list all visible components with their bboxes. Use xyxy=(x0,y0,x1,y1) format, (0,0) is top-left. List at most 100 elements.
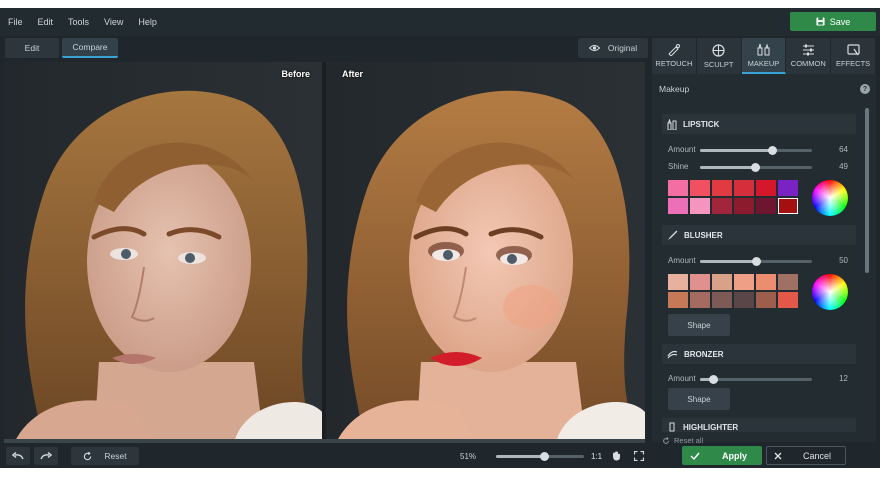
lipstick-amount-label: Amount xyxy=(668,145,696,154)
blusher-amount-slider[interactable]: Amount 50 xyxy=(668,255,848,267)
color-swatch[interactable] xyxy=(778,180,798,196)
menu-tools[interactable]: Tools xyxy=(60,17,96,27)
menu-view[interactable]: View xyxy=(96,17,130,27)
color-swatch[interactable] xyxy=(756,292,776,308)
retouch-icon xyxy=(668,44,680,56)
makeup-icon xyxy=(757,42,770,55)
color-swatch[interactable] xyxy=(712,198,732,214)
bronzer-amount-track[interactable] xyxy=(700,375,812,384)
lipstick-shine-track[interactable] xyxy=(700,163,812,172)
color-swatch[interactable] xyxy=(668,274,688,290)
tab-makeup[interactable]: MAKEUP xyxy=(741,38,787,74)
color-swatch[interactable] xyxy=(712,292,732,308)
lipstick-shine-label: Shine xyxy=(668,162,689,171)
effects-icon xyxy=(846,44,860,56)
hand-icon[interactable] xyxy=(612,451,621,461)
tab-effects[interactable]: EFFECTS xyxy=(831,38,876,74)
fit-screen-icon[interactable] xyxy=(634,451,644,461)
view-toolbar: Edit Compare Original xyxy=(4,38,650,60)
undo-button[interactable] xyxy=(6,447,30,465)
apply-button[interactable]: Apply xyxy=(682,446,762,465)
color-swatch[interactable] xyxy=(734,198,754,214)
tab-sculpt-label: SCULPT xyxy=(703,59,734,69)
blusher-color-swatches xyxy=(668,274,798,308)
lipstick-amount-value: 64 xyxy=(839,145,848,154)
canvas-horizontal-scrollbar[interactable] xyxy=(4,439,645,443)
bronzer-amount-slider[interactable]: Amount 12 xyxy=(668,373,848,385)
color-swatch[interactable] xyxy=(778,274,798,290)
lipstick-amount-track[interactable] xyxy=(700,146,812,155)
redo-button[interactable] xyxy=(34,447,58,465)
color-swatch[interactable] xyxy=(668,198,688,214)
blusher-amount-knob[interactable] xyxy=(752,257,761,266)
sculpt-icon xyxy=(712,43,725,57)
compare-view-button[interactable]: Compare xyxy=(62,38,118,58)
color-swatch[interactable] xyxy=(756,274,776,290)
color-swatch[interactable] xyxy=(668,292,688,308)
blusher-amount-track[interactable] xyxy=(700,257,812,266)
color-swatch[interactable] xyxy=(734,180,754,196)
lipstick-shine-value: 49 xyxy=(839,162,848,171)
highlighter-section-header[interactable]: HIGHLIGHTER xyxy=(662,418,856,432)
color-swatch[interactable] xyxy=(668,180,688,196)
blusher-section-header[interactable]: BLUSHER xyxy=(662,225,856,245)
color-swatch[interactable] xyxy=(690,198,710,214)
before-label: Before xyxy=(281,69,310,79)
lipstick-shine-knob[interactable] xyxy=(750,163,760,172)
blusher-amount-value: 50 xyxy=(839,256,848,265)
color-swatch[interactable] xyxy=(778,292,798,308)
color-swatch[interactable] xyxy=(690,274,710,290)
panel-title: Makeup xyxy=(659,84,690,94)
bronzer-section-header[interactable]: BRONZER xyxy=(662,344,856,364)
color-swatch[interactable] xyxy=(690,292,710,308)
color-swatch[interactable] xyxy=(756,180,776,196)
after-label: After xyxy=(342,69,364,79)
image-canvas[interactable]: Before After xyxy=(4,62,645,443)
bronzer-amount-knob[interactable] xyxy=(709,375,719,384)
tab-common[interactable]: COMMON xyxy=(786,38,832,74)
zoom-level: 51% xyxy=(460,452,477,461)
apply-label: Apply xyxy=(722,450,748,461)
bronzer-amount-value: 12 xyxy=(839,374,848,383)
portrait-before-image xyxy=(4,62,322,443)
color-swatch[interactable] xyxy=(756,198,776,214)
blusher-shape-button[interactable]: Shape xyxy=(668,314,730,336)
zoom-slider[interactable] xyxy=(496,452,584,461)
menu-file[interactable]: File xyxy=(0,17,30,27)
panel-scrollbar[interactable] xyxy=(865,108,869,273)
menu-help[interactable]: Help xyxy=(130,17,164,27)
bronzer-shape-button[interactable]: Shape xyxy=(668,388,730,410)
menu-bar: File Edit Tools View Help Save xyxy=(0,8,880,36)
zoom-slider-knob[interactable] xyxy=(540,452,550,461)
cancel-label: Cancel xyxy=(803,450,832,461)
help-icon[interactable]: ? xyxy=(860,84,870,94)
color-swatch[interactable] xyxy=(734,274,754,290)
lipstick-amount-knob[interactable] xyxy=(767,146,777,155)
tab-retouch-label: RETOUCH xyxy=(655,59,693,68)
save-icon xyxy=(816,17,825,26)
color-swatch[interactable] xyxy=(734,292,754,308)
lipstick-section-header[interactable]: LIPSTICK xyxy=(662,114,856,134)
original-button[interactable]: Original xyxy=(578,38,648,58)
color-swatch[interactable] xyxy=(712,180,732,196)
tab-retouch[interactable]: RETOUCH xyxy=(652,38,697,74)
redo-icon xyxy=(40,452,52,460)
edit-view-button[interactable]: Edit xyxy=(5,38,59,58)
save-label: Save xyxy=(829,16,851,27)
lipstick-amount-slider[interactable]: Amount 64 xyxy=(668,144,848,156)
color-swatch[interactable] xyxy=(778,198,798,214)
actual-size-button[interactable]: 1:1 xyxy=(591,452,602,461)
lipstick-shine-slider[interactable]: Shine 49 xyxy=(668,161,848,173)
save-button[interactable]: Save xyxy=(790,12,876,31)
bronzer-amount-label: Amount xyxy=(668,374,696,383)
tab-sculpt[interactable]: SCULPT xyxy=(696,38,742,74)
lipstick-color-swatches xyxy=(668,180,798,214)
blusher-color-wheel[interactable] xyxy=(812,274,848,310)
reset-button[interactable]: Reset xyxy=(71,447,139,465)
eye-icon xyxy=(588,45,600,51)
color-swatch[interactable] xyxy=(690,180,710,196)
cancel-button[interactable]: Cancel xyxy=(766,446,846,465)
lipstick-color-wheel[interactable] xyxy=(812,180,848,216)
color-swatch[interactable] xyxy=(712,274,732,290)
menu-edit[interactable]: Edit xyxy=(30,17,61,27)
